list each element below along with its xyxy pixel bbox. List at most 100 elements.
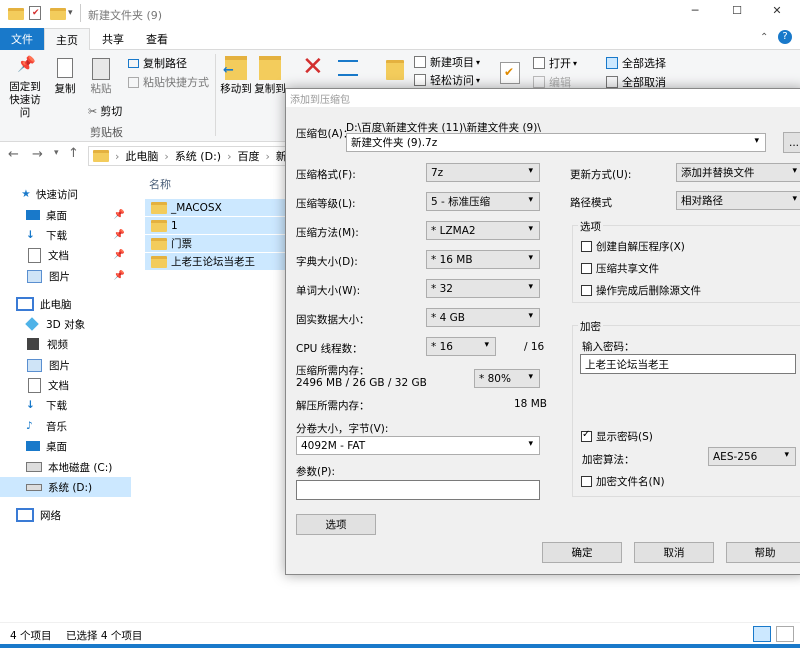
nav-item-desktop[interactable]: 桌面 📌 [0,205,131,225]
close-button[interactable]: ✕ [762,4,792,17]
quick-access-dropdown-icon[interactable]: ▾ [68,8,73,18]
file-row[interactable]: 1 [145,217,285,234]
paste-shortcut-button[interactable]: 粘贴快捷方式 [128,74,209,90]
recent-dropdown-icon[interactable]: ▾ [54,148,59,158]
paste-shortcut-label: 粘贴快捷方式 [143,76,209,89]
copy-button[interactable]: 复制 [52,58,78,96]
nav-item-network[interactable]: 网络 [0,505,131,525]
password-label: 输入密码： [582,341,635,353]
show-password-checkbox[interactable]: ✓ 显示密码(S) [581,429,653,444]
crumb-separator-icon: › [265,149,270,163]
options-button[interactable]: 选项 [296,514,376,535]
nav-item-downloads-pc[interactable]: ↓ 下载 [0,395,131,415]
help-icon[interactable]: ? [778,30,792,44]
large-icons-view-icon[interactable] [776,626,794,642]
file-name: 1 [171,219,178,232]
crumb-baidu[interactable]: 百度 [237,148,259,164]
tab-share[interactable]: 共享 [92,28,134,50]
level-select[interactable]: 5 - 标准压缩 ▾ [426,192,540,211]
update-value: 添加并替换文件 [681,167,755,179]
update-select[interactable]: 添加并替换文件 ▾ [676,163,800,182]
cut-button[interactable]: ✂ 剪切 [88,103,122,119]
help-button[interactable]: 帮助 [726,542,800,563]
nav-item-desktop-pc[interactable]: 桌面 [0,436,131,456]
encrypt-names-checkbox[interactable]: 加密文件名(N) [581,474,665,489]
nav-item-downloads[interactable]: ↓ 下载 📌 [0,225,131,245]
tab-file[interactable]: 文件 [0,28,44,50]
chevron-down-icon: ▾ [528,224,533,234]
threads-select[interactable]: * 16 ▾ [426,337,496,356]
move-to-button[interactable]: ← 移动到 [218,56,254,96]
nav-item-pictures-pc[interactable]: 图片 [0,355,131,375]
details-view-icon[interactable] [753,626,771,642]
select-all-button[interactable]: 全部选择 [606,55,666,71]
download-icon: ↓ [26,229,35,241]
password-input[interactable]: 上老王论坛当老王 [580,354,796,374]
address-box[interactable]: › 此电脑 › 系统 (D:) › 百度 › 新 [88,146,288,166]
solid-select[interactable]: * 4 GB ▾ [426,308,540,327]
new-folder-icon[interactable] [50,8,66,20]
copy-to-button[interactable]: 复制到 [254,56,286,96]
nav-item-drive-d[interactable]: 系统 (D:) [0,477,131,497]
pin-quick-access-button[interactable]: 📌 固定到快速访问 [4,55,46,120]
crumb-this-pc[interactable]: 此电脑 [125,148,158,164]
word-select[interactable]: * 32 ▾ [426,279,540,298]
shared-checkbox[interactable]: 压缩共享文件 [581,261,659,276]
method-select[interactable]: * LZMA2 ▾ [426,221,540,240]
sfx-checkbox[interactable]: 创建自解压程序(X) [581,239,685,254]
tab-home[interactable]: 主页 [44,28,90,50]
mem-percent-select[interactable]: * 80% ▾ [474,369,540,388]
easy-access-button[interactable]: 轻松访问 ▾ [414,72,480,88]
nav-item-quick-access[interactable]: ★ 快速访问 [0,184,131,204]
format-select[interactable]: 7z ▾ [426,163,540,182]
forward-arrow-icon[interactable]: → [32,147,43,162]
new-folder-ribbon-icon[interactable] [386,60,404,80]
file-row[interactable]: 门票 [145,235,285,252]
nav-item-drive-c[interactable]: 本地磁盘 (C:) [0,457,131,477]
rename-icon[interactable] [338,60,358,76]
column-header-name[interactable]: 名称 [145,176,295,194]
delete-after-checkbox[interactable]: 操作完成后删除源文件 [581,283,701,298]
dict-select[interactable]: * 16 MB ▾ [426,250,540,269]
enc-method-select[interactable]: AES-256 ▾ [708,447,796,466]
show-password-label: 显示密码(S) [596,431,653,443]
open-button[interactable]: 打开 ▾ [533,55,577,71]
nav-item-music[interactable]: ♪ 音乐 [0,416,131,436]
new-item-icon [414,56,426,68]
ok-button[interactable]: 确定 [542,542,622,563]
cube-icon [25,317,39,331]
checkmark-icon: ✓ [582,429,591,440]
nav-item-documents-pc[interactable]: 文档 [0,375,131,395]
nav-label: 桌面 [46,209,67,222]
nav-item-3d-objects[interactable]: 3D 对象 [0,314,131,334]
tab-view[interactable]: 查看 [136,28,178,50]
cancel-button[interactable]: 取消 [634,542,714,563]
crumb-drive-d[interactable]: 系统 (D:) [175,148,221,164]
nav-item-this-pc[interactable]: 此电脑 [0,294,131,314]
maximize-button[interactable]: ☐ [722,4,752,17]
params-input[interactable] [296,480,540,500]
properties-icon[interactable]: ✔ [29,6,41,20]
back-arrow-icon[interactable]: ← [8,147,19,162]
delete-icon[interactable]: ✕ [302,52,324,82]
new-item-button[interactable]: 新建项目 ▾ [414,54,480,70]
collapse-ribbon-icon[interactable]: ⌃ [760,32,768,43]
archive-name-combo[interactable]: 新建文件夹 (9).7z ▾ [346,133,766,152]
nav-item-documents[interactable]: 文档 📌 [0,245,131,265]
properties-ribbon-icon[interactable]: ✔ [500,62,520,84]
nav-label: 快速访问 [36,188,78,201]
checkbox-box [581,263,592,274]
nav-item-videos[interactable]: 视频 [0,334,131,354]
copy-path-button[interactable]: 复制路径 [128,55,187,71]
minimize-button[interactable]: ─ [680,4,710,17]
copy-path-label: 复制路径 [143,57,187,70]
file-row[interactable]: 上老王论坛当老王 [145,253,285,270]
pin-icon: 📌 [17,55,36,73]
browse-button[interactable]: ... [783,132,800,153]
split-combo[interactable]: 4092M - FAT ▾ [296,436,540,455]
paste-button[interactable]: 粘贴 [88,58,114,96]
nav-item-pictures[interactable]: 图片 📌 [0,266,131,286]
file-row[interactable]: _MACOSX [145,199,285,216]
pathmode-select[interactable]: 相对路径 ▾ [676,191,800,210]
up-arrow-icon[interactable]: ↑ [68,146,79,161]
